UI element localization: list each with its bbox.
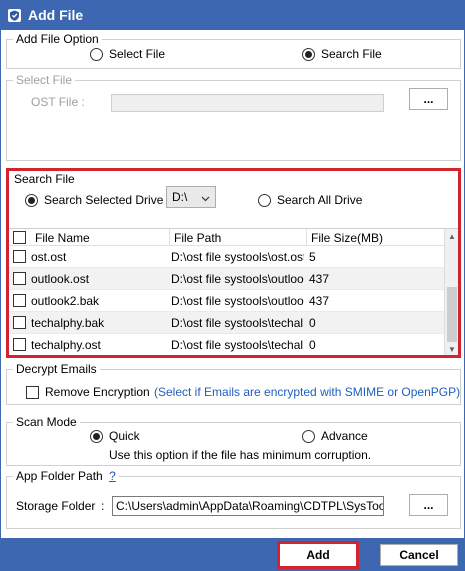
table-row[interactable]: ost.ost D:\ost file systools\ost.ost 5 [9,246,444,268]
column-file-name[interactable]: File Name [29,229,169,246]
row-file-name: ost.ost [31,250,67,264]
select-all-checkbox[interactable] [13,231,26,244]
search-all-drive-label: Search All Drive [277,193,363,207]
scroll-thumb[interactable] [447,287,457,342]
decrypt-hint: (Select if Emails are encrypted with SMI… [154,385,461,399]
ost-file-input[interactable] [111,94,384,112]
search-all-drive-radio-circle[interactable] [258,193,271,207]
row-checkbox[interactable] [13,294,26,307]
select-file-radio[interactable]: Select File [90,47,165,61]
advance-radio[interactable]: Advance [302,429,368,443]
quick-label: Quick [109,429,140,443]
quick-radio[interactable]: Quick [90,429,140,443]
quick-radio-circle[interactable] [90,429,103,443]
select-file-radio-circle[interactable] [90,47,103,61]
row-file-name: outlook.ost [31,272,90,286]
remove-encryption-label: Remove Encryption [45,385,150,399]
row-file-path: D:\ost file systools\ost.ost [171,250,304,264]
search-selected-drive-radio[interactable]: Search Selected Drive [25,193,163,207]
search-file-radio[interactable]: Search File [302,47,382,61]
storage-folder-colon: : [101,499,105,513]
scroll-down-icon[interactable]: ▼ [445,342,458,355]
row-file-size: 5 [309,250,316,264]
row-file-path: D:\ost file systools\outloo... [171,294,304,308]
row-file-path: D:\ost file systools\techal... [171,338,304,352]
button-bar: Cancel [0,538,465,571]
search-all-drive-radio[interactable]: Search All Drive [258,193,362,207]
help-link[interactable]: ? [109,469,116,483]
storage-browse-button[interactable]: ... [409,494,448,516]
ost-browse-button[interactable]: ... [409,88,448,110]
remove-encryption-box[interactable] [26,385,39,399]
drive-select-value: D:\ [172,190,188,204]
search-file-highlight: Search File Search Selected Drive D:\ Se… [6,168,461,358]
add-file-option-legend: Add File Option [13,32,102,46]
storage-folder-label: Storage Folder [16,499,96,513]
window-title: Add File [28,7,84,23]
search-selected-drive-label: Search Selected Drive [44,193,164,207]
row-file-path: D:\ost file systools\techal... [171,316,304,330]
decrypt-emails-legend: Decrypt Emails [13,362,100,376]
row-checkbox[interactable] [13,338,26,351]
column-file-size[interactable]: File Size(MB) [306,229,444,246]
app-folder-legend: App Folder Path ? [13,469,119,483]
decrypt-emails-group: Decrypt Emails Remove Encryption (Select… [6,362,461,405]
grid-scrollbar[interactable]: ▲ ▼ [444,229,458,355]
select-file-legend: Select File [13,73,76,87]
row-file-size: 437 [309,272,330,286]
storage-folder-input[interactable]: C:\Users\admin\AppData\Roaming\CDTPL\Sys… [112,496,384,516]
title-bar: Add File [0,0,465,30]
row-file-name: techalphy.bak [31,316,105,330]
table-row[interactable]: outlook.ost D:\ost file systools\outloo.… [9,268,444,290]
table-row[interactable]: outlook2.bak D:\ost file systools\outloo… [9,290,444,312]
window-body: Add File Option Select File Search File … [0,30,465,538]
row-file-path: D:\ost file systools\outloo... [171,272,304,286]
column-file-path[interactable]: File Path [169,229,306,246]
app-folder-group: App Folder Path ? Storage Folder : C:\Us… [6,469,461,529]
select-file-group: Select File OST File : ... [6,73,461,161]
advance-radio-circle[interactable] [302,429,315,443]
add-file-option-group: Add File Option Select File Search File [6,32,461,69]
add-button-highlight: Add [277,541,359,569]
advance-label: Advance [321,429,368,443]
grid-header: File Name File Path File Size(MB) [9,229,444,246]
ost-file-label: OST File : [31,95,85,109]
search-file-label: Search File [321,47,382,61]
scroll-up-icon[interactable]: ▲ [445,229,458,243]
scan-mode-legend: Scan Mode [13,415,80,429]
row-file-name: outlook2.bak [31,294,100,308]
file-grid: File Name File Path File Size(MB) ost.os… [9,228,458,355]
table-row[interactable]: techalphy.ost D:\ost file systools\techa… [9,334,444,355]
app-shield-icon [7,8,22,23]
select-file-label: Select File [109,47,166,61]
row-file-size: 437 [309,294,330,308]
add-button[interactable]: Add [280,544,356,566]
search-file-legend: Search File [14,172,75,186]
app-folder-legend-text: App Folder Path [16,469,103,483]
row-checkbox[interactable] [13,316,26,329]
scan-mode-hint: Use this option if the file has minimum … [109,448,372,462]
search-selected-drive-radio-circle[interactable] [25,193,38,207]
row-checkbox[interactable] [13,250,26,263]
search-file-radio-circle[interactable] [302,47,315,61]
row-file-size: 0 [309,338,316,352]
drive-select[interactable]: D:\ [166,186,216,208]
cancel-button[interactable]: Cancel [380,544,458,566]
scan-mode-group: Scan Mode Quick Advance Use this option … [6,415,461,466]
row-file-name: techalphy.ost [31,338,101,352]
remove-encryption-checkbox[interactable]: Remove Encryption [26,385,150,399]
row-file-size: 0 [309,316,316,330]
chevron-down-icon [201,192,210,206]
table-row[interactable]: techalphy.bak D:\ost file systools\techa… [9,312,444,334]
row-checkbox[interactable] [13,272,26,285]
